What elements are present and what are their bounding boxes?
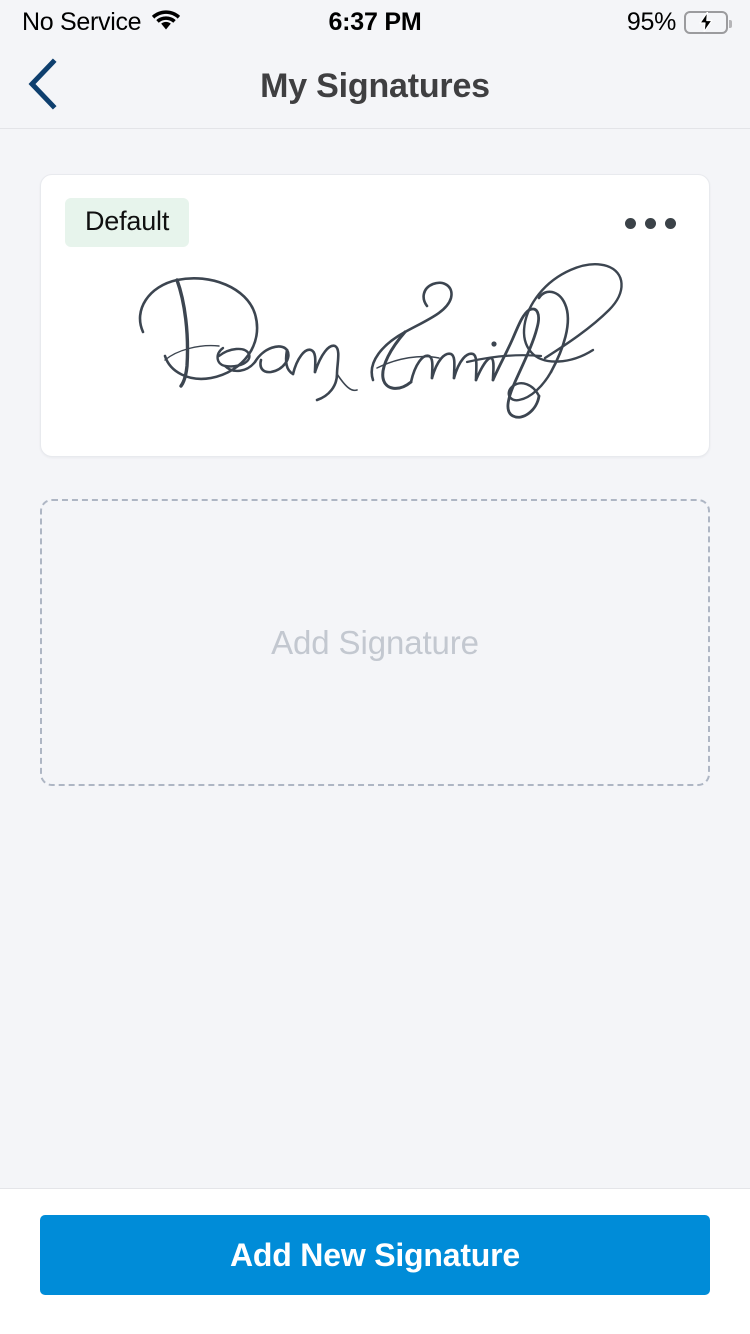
add-new-signature-button[interactable]: Add New Signature: [40, 1215, 710, 1295]
wifi-icon: [151, 9, 181, 36]
main-content: Default: [0, 174, 750, 786]
status-bar-right: 95%: [627, 8, 728, 37]
back-button[interactable]: [0, 44, 86, 129]
add-signature-dropzone[interactable]: Add Signature: [40, 499, 710, 786]
signature-card[interactable]: Default: [40, 174, 710, 457]
navigation-bar: My Signatures: [0, 44, 750, 129]
add-signature-placeholder: Add Signature: [271, 624, 479, 662]
signature-image: [41, 225, 709, 455]
carrier-label: No Service: [22, 8, 141, 37]
battery-percent-label: 95%: [627, 8, 676, 37]
footer-bar: Add New Signature: [0, 1188, 750, 1334]
chevron-left-icon: [26, 58, 60, 115]
battery-charging-icon: [684, 11, 728, 34]
status-bar-left: No Service: [22, 8, 181, 37]
page-title: My Signatures: [0, 67, 750, 106]
status-bar: No Service 6:37 PM 95%: [0, 0, 750, 44]
